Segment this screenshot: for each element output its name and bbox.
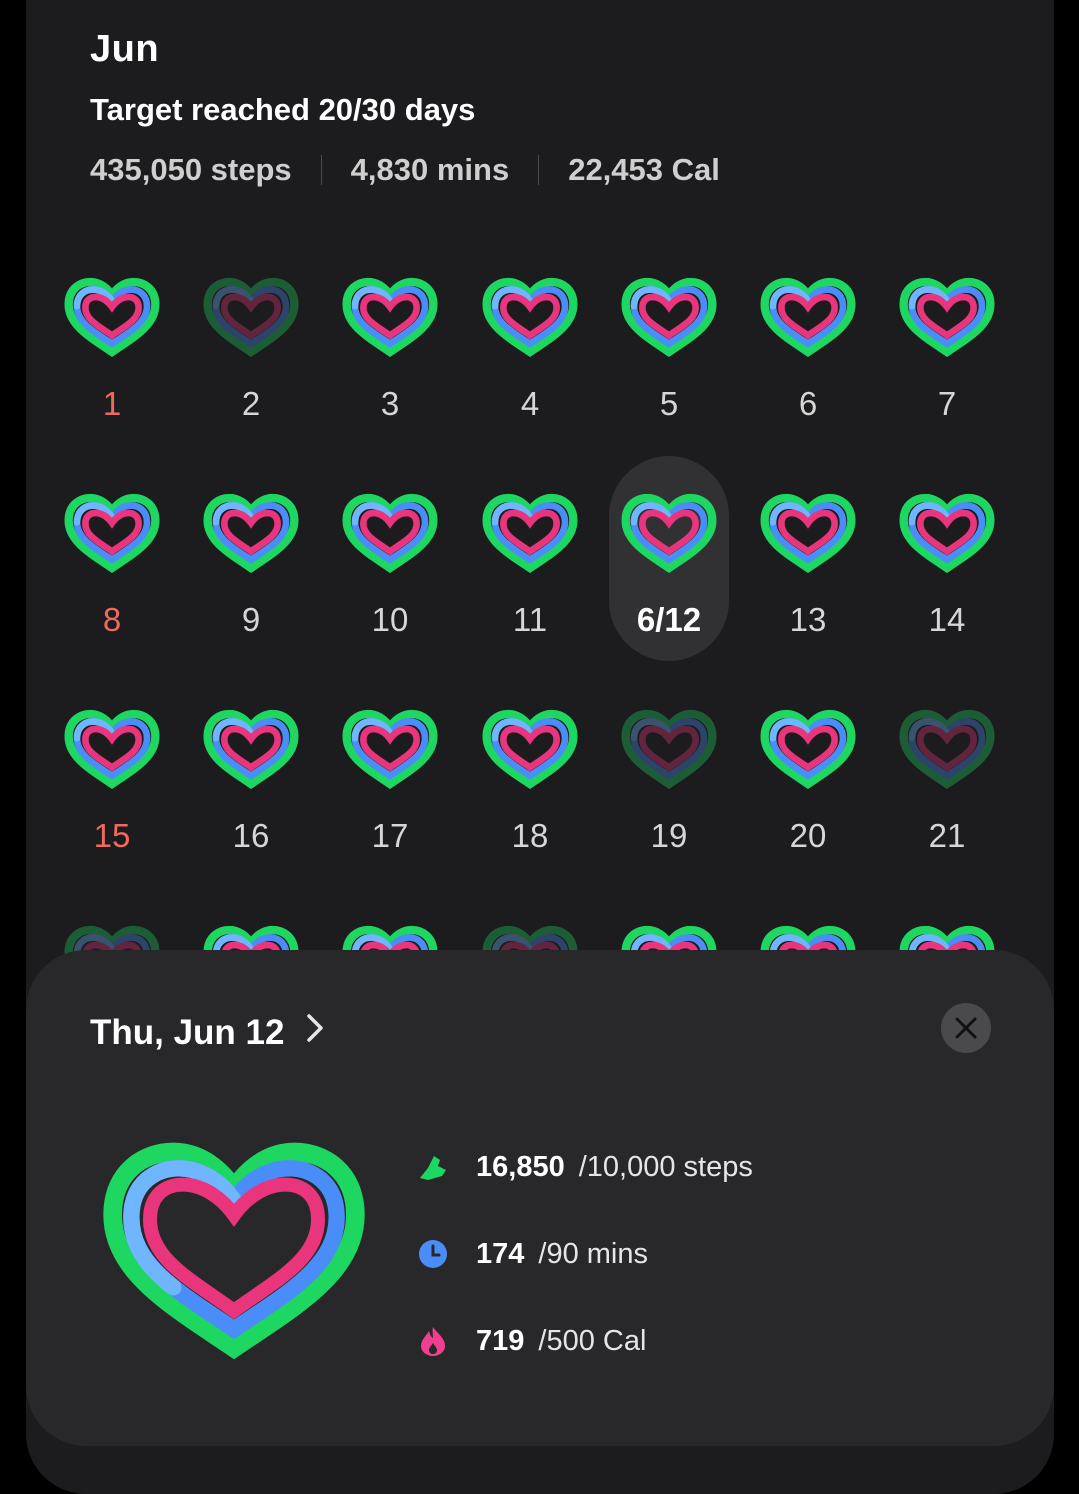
day-number: 14 (928, 601, 966, 638)
activity-heart-icon (62, 704, 162, 799)
calendar-day[interactable]: 5 (609, 272, 729, 477)
activity-heart-icon (201, 704, 301, 799)
calendar-day[interactable]: 14 (887, 488, 1007, 693)
activity-heart-icon (619, 272, 719, 367)
shoe-icon (416, 1150, 450, 1184)
calendar-day[interactable]: 9 (191, 488, 311, 693)
day-number: 18 (511, 817, 549, 854)
calendar-day[interactable]: 3 (330, 272, 450, 477)
activity-heart-icon (340, 272, 440, 367)
steps-goal: /10,000 steps (578, 1150, 753, 1183)
calendar-day[interactable]: 17 (330, 704, 450, 909)
flame-icon (416, 1324, 450, 1358)
day-number: 21 (928, 817, 966, 854)
activity-heart-icon (201, 272, 301, 367)
calendar-day[interactable]: 1 (52, 272, 172, 477)
day-number: 20 (789, 817, 827, 854)
day-grid: 1 2 3 4 5 6 7 8 9 10 11 6/12 13 14 15 16… (26, 0, 1054, 1006)
calendar-day[interactable]: 11 (470, 488, 590, 693)
activity-heart-icon (758, 704, 858, 799)
cal-value: 719 (476, 1324, 525, 1357)
day-number: 9 (241, 601, 261, 638)
day-number: 5 (659, 385, 679, 422)
activity-heart-icon (62, 488, 162, 583)
calendar-day[interactable]: 18 (470, 704, 590, 909)
close-icon (955, 1017, 977, 1039)
day-number: 10 (371, 601, 409, 638)
calendar-day[interactable]: 8 (52, 488, 172, 693)
calendar-day[interactable]: 6/12 (609, 456, 729, 693)
day-number: 8 (102, 601, 122, 638)
activity-heart-large (94, 1130, 374, 1375)
activity-heart-icon (480, 488, 580, 583)
activity-heart-icon (897, 704, 997, 799)
mins-value: 174 (476, 1237, 525, 1270)
detail-date-link[interactable]: Thu, Jun 12 (90, 1012, 326, 1053)
activity-heart-icon (619, 704, 719, 799)
day-number: 16 (232, 817, 270, 854)
activity-heart-icon (62, 272, 162, 367)
calendar-day[interactable]: 6 (748, 272, 868, 477)
calendar-day[interactable]: 13 (748, 488, 868, 693)
day-number: 3 (380, 385, 400, 422)
activity-heart-icon (480, 704, 580, 799)
cal-goal: /500 Cal (538, 1324, 647, 1357)
calendar-day[interactable]: 10 (330, 488, 450, 693)
activity-heart-icon (758, 272, 858, 367)
calendar-day[interactable]: 19 (609, 704, 729, 909)
clock-icon (416, 1237, 450, 1271)
activity-heart-icon (201, 488, 301, 583)
day-number: 17 (371, 817, 409, 854)
activity-heart-icon (897, 488, 997, 583)
calendar-day[interactable]: 21 (887, 704, 1007, 909)
steps-metric: 16,850 /10,000 steps (416, 1150, 753, 1184)
activity-heart-icon (619, 488, 719, 583)
day-number: 7 (937, 385, 957, 422)
activity-heart-icon (480, 272, 580, 367)
calendar-day[interactable]: 20 (748, 704, 868, 909)
activity-heart-icon (340, 488, 440, 583)
activity-heart-icon (897, 272, 997, 367)
day-number: 13 (789, 601, 827, 638)
cal-metric: 719 /500 Cal (416, 1324, 646, 1358)
calendar-day[interactable]: 4 (470, 272, 590, 477)
day-number: 2 (241, 385, 261, 422)
day-number: 6 (798, 385, 818, 422)
chevron-right-icon (304, 1012, 326, 1053)
steps-value: 16,850 (476, 1150, 565, 1183)
detail-date: Thu, Jun 12 (90, 1012, 285, 1052)
day-number: 19 (650, 817, 688, 854)
day-number: 11 (512, 601, 548, 638)
mins-goal: /90 mins (538, 1237, 648, 1270)
calendar-day[interactable]: 7 (887, 272, 1007, 477)
mins-metric: 174 /90 mins (416, 1237, 648, 1271)
activity-heart-icon (758, 488, 858, 583)
day-number: 4 (520, 385, 540, 422)
calendar-day[interactable]: 2 (191, 272, 311, 477)
day-number: 15 (93, 817, 131, 854)
calendar-day[interactable]: 15 (52, 704, 172, 909)
close-button[interactable] (941, 1003, 991, 1053)
activity-heart-icon (340, 704, 440, 799)
calendar-day[interactable]: 16 (191, 704, 311, 909)
day-number: 6/12 (636, 601, 702, 638)
day-detail-sheet: Thu, Jun 12 16,850 /10,000 steps 174 /90… (26, 950, 1054, 1446)
day-number: 1 (102, 385, 122, 422)
